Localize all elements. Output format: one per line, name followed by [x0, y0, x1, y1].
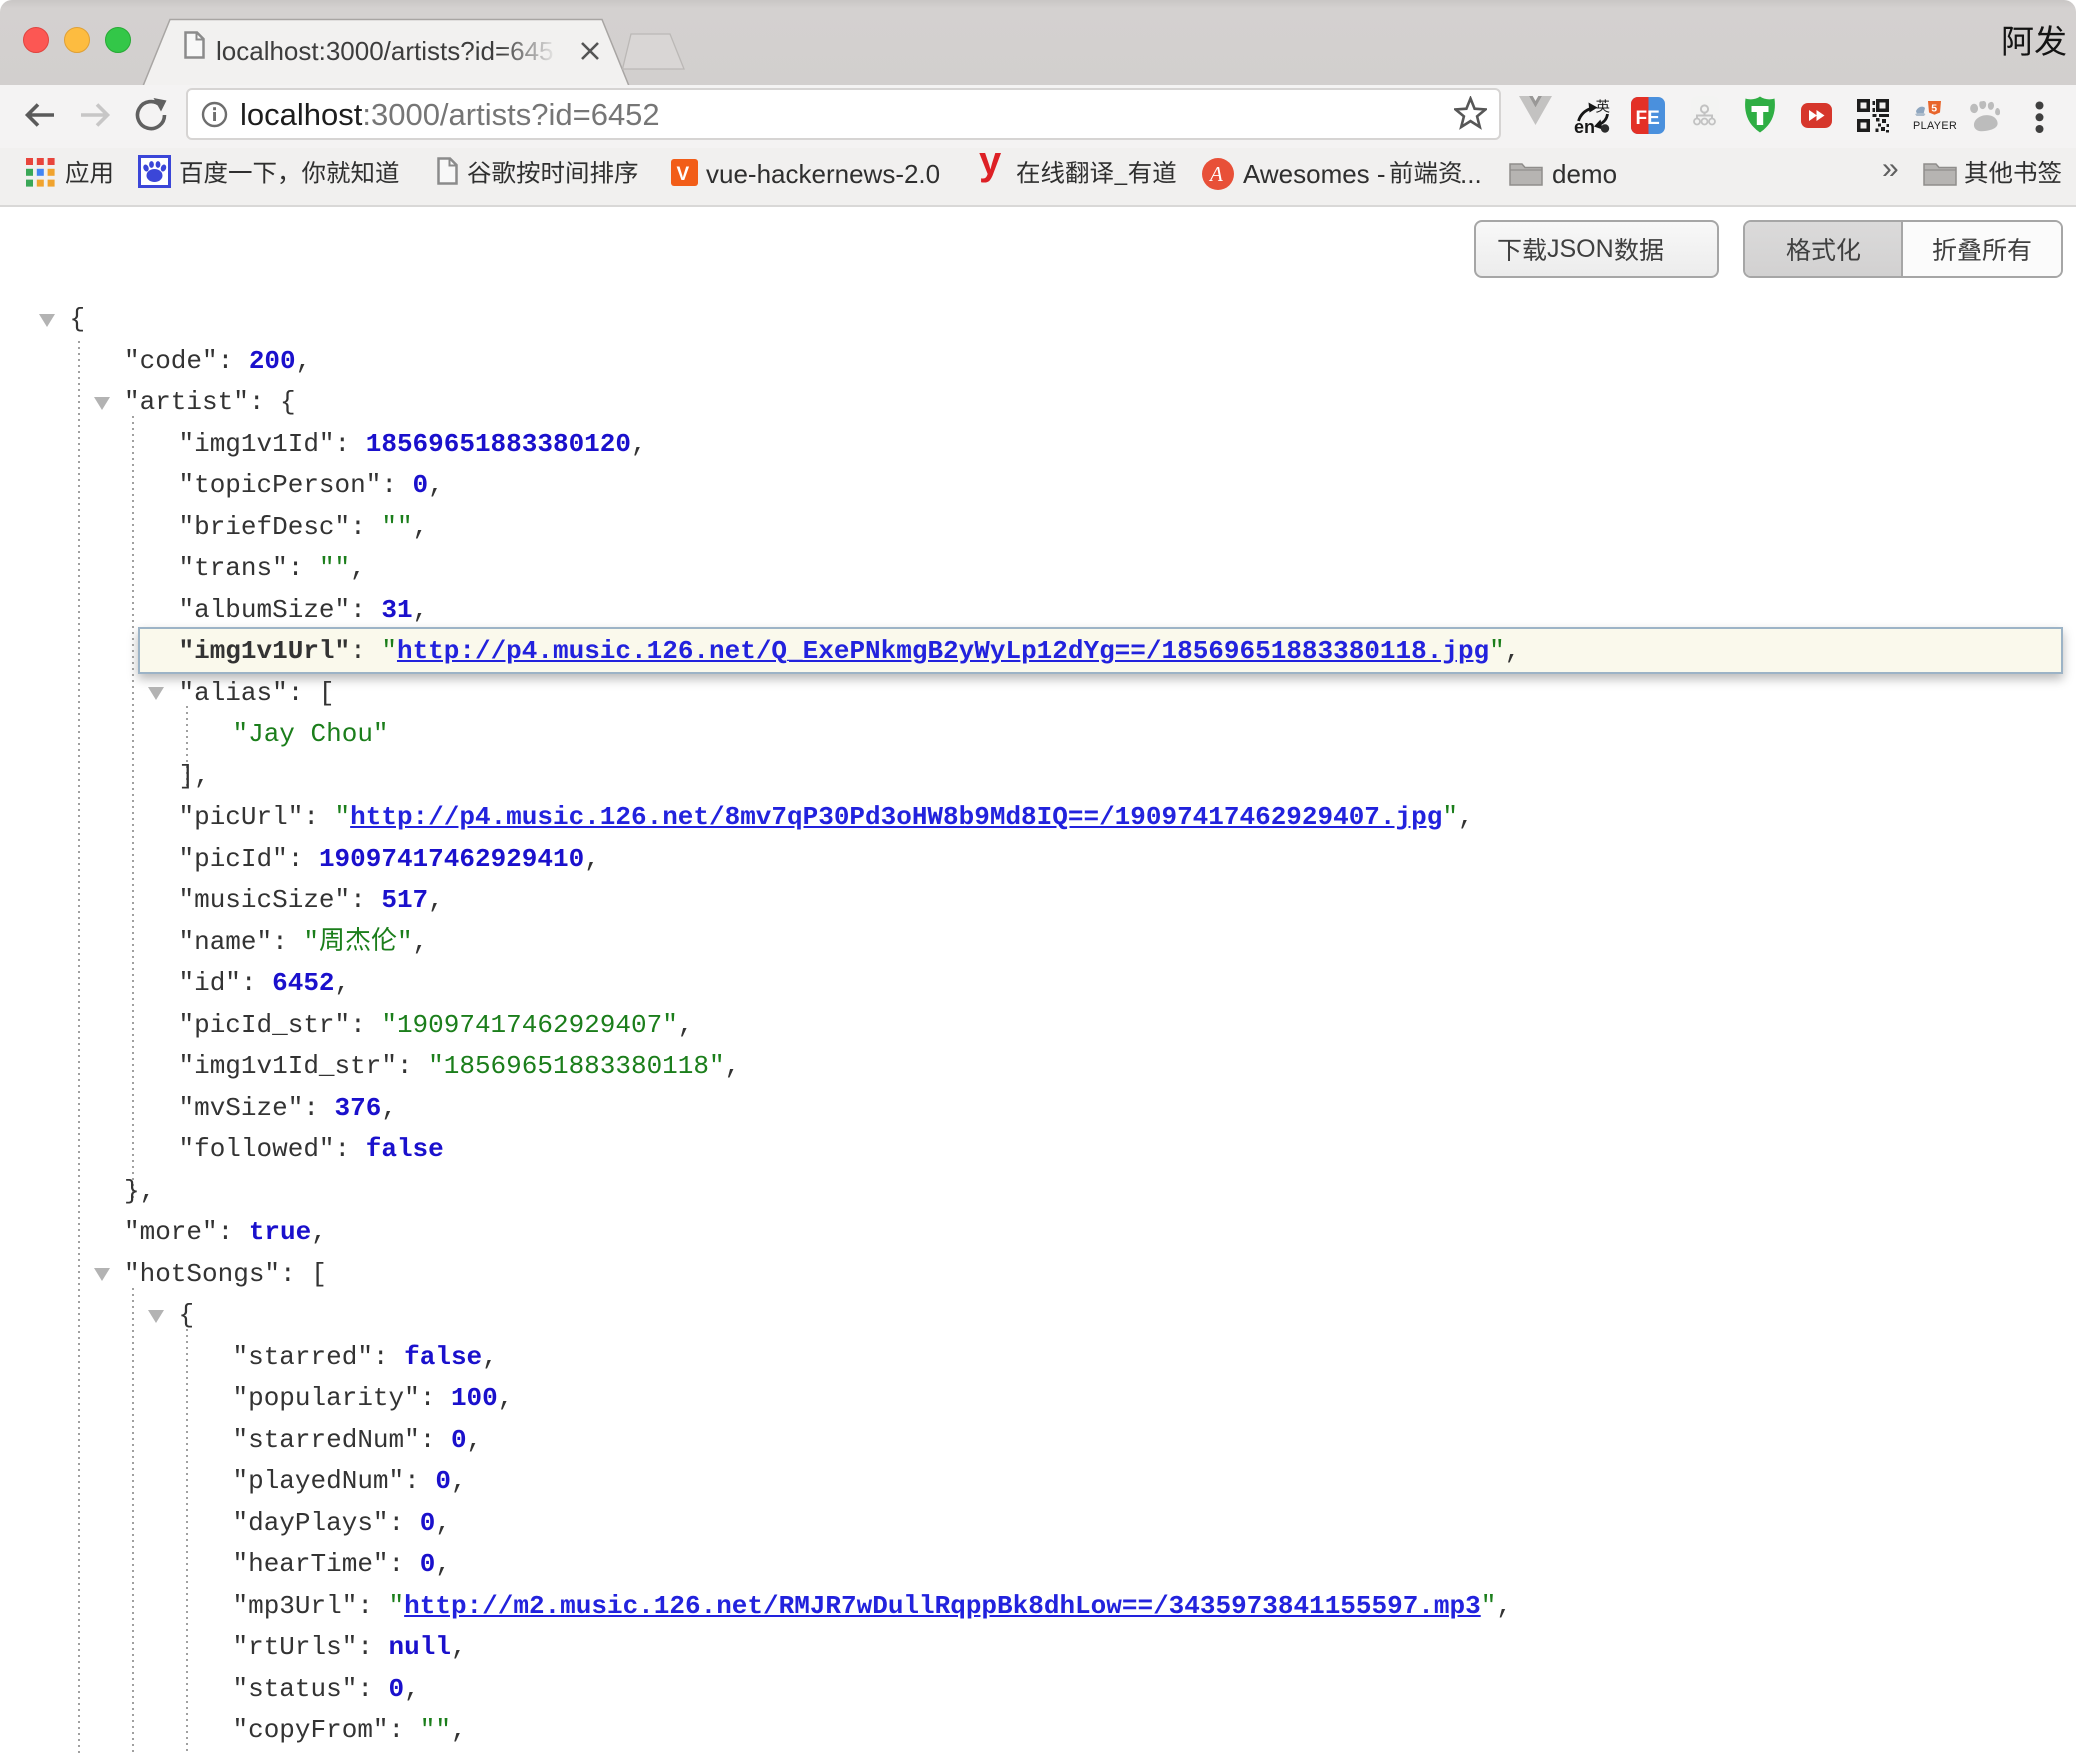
svg-text:FE: FE [1636, 108, 1660, 129]
svg-text:A: A [1208, 162, 1223, 186]
svg-text:en: en [1574, 117, 1595, 134]
svg-text:5: 5 [1931, 103, 1937, 115]
svg-text:V: V [677, 164, 690, 185]
svg-text:PLAYER: PLAYER [1913, 120, 1957, 131]
